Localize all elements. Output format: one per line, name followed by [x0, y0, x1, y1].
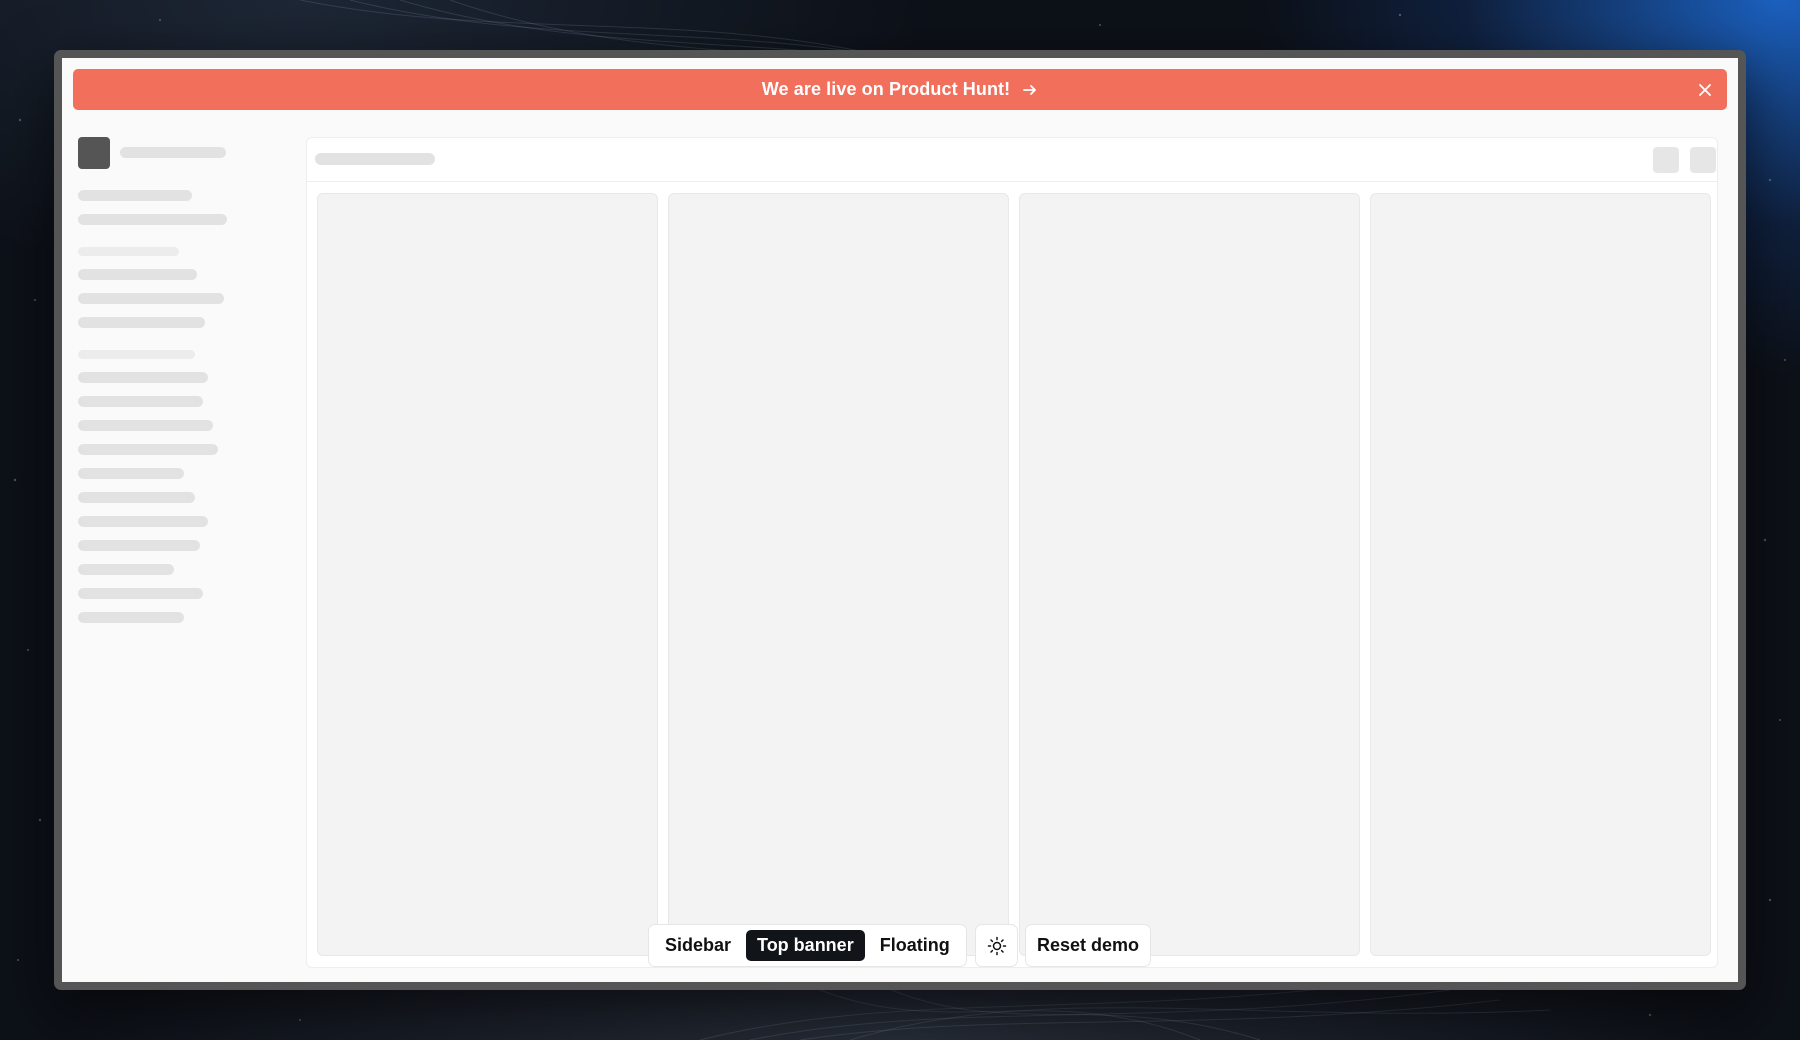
sidebar-item-placeholder[interactable]	[78, 492, 195, 503]
sidebar-item-placeholder[interactable]	[78, 372, 208, 383]
header-action-button[interactable]	[1653, 147, 1679, 173]
logo-placeholder	[78, 137, 110, 169]
sidebar-item-placeholder[interactable]	[78, 444, 218, 455]
layout-switcher: Sidebar Top banner Floating	[648, 924, 967, 967]
app-screen: We are live on Product Hunt! Sidebar Top…	[62, 58, 1738, 982]
sidebar-item-placeholder[interactable]	[78, 564, 174, 575]
close-icon[interactable]	[1695, 80, 1715, 100]
sun-icon	[987, 936, 1006, 955]
app-name-placeholder	[120, 147, 226, 158]
sidebar-item-placeholder[interactable]	[78, 468, 184, 479]
section-heading-placeholder	[78, 350, 195, 359]
sidebar-item-placeholder[interactable]	[78, 317, 205, 328]
board-column	[1370, 193, 1711, 956]
main-header	[307, 138, 1717, 182]
sidebar-item-placeholder[interactable]	[78, 540, 200, 551]
browser-window: We are live on Product Hunt! Sidebar Top…	[54, 50, 1746, 990]
banner-text: We are live on Product Hunt!	[761, 79, 1011, 99]
board-column	[668, 193, 1009, 956]
sidebar-item-placeholder[interactable]	[78, 588, 203, 599]
layout-option-sidebar[interactable]: Sidebar	[654, 930, 742, 961]
header-action-button[interactable]	[1690, 147, 1716, 173]
announcement-banner: We are live on Product Hunt!	[73, 69, 1727, 110]
sidebar-item-placeholder[interactable]	[78, 420, 213, 431]
layout-option-top-banner[interactable]: Top banner	[746, 930, 865, 961]
section-heading-placeholder	[78, 247, 179, 256]
layout-option-floating[interactable]: Floating	[869, 930, 961, 961]
board-column	[317, 193, 658, 956]
sidebar-item-placeholder[interactable]	[78, 612, 184, 623]
sidebar-item-placeholder[interactable]	[78, 190, 192, 201]
sidebar-item-placeholder[interactable]	[78, 516, 208, 527]
sidebar-item-placeholder[interactable]	[78, 269, 197, 280]
sidebar-item-placeholder[interactable]	[78, 293, 224, 304]
sidebar-item-placeholder[interactable]	[78, 214, 227, 225]
banner-link[interactable]: We are live on Product Hunt!	[762, 79, 1039, 100]
main-content	[306, 137, 1718, 968]
arrow-right-icon	[1023, 84, 1037, 95]
sidebar-item-placeholder[interactable]	[78, 396, 203, 407]
board-column	[1019, 193, 1360, 956]
theme-toggle-button[interactable]	[975, 924, 1018, 967]
header-title-placeholder	[315, 153, 435, 165]
reset-demo-button[interactable]: Reset demo	[1025, 924, 1152, 967]
